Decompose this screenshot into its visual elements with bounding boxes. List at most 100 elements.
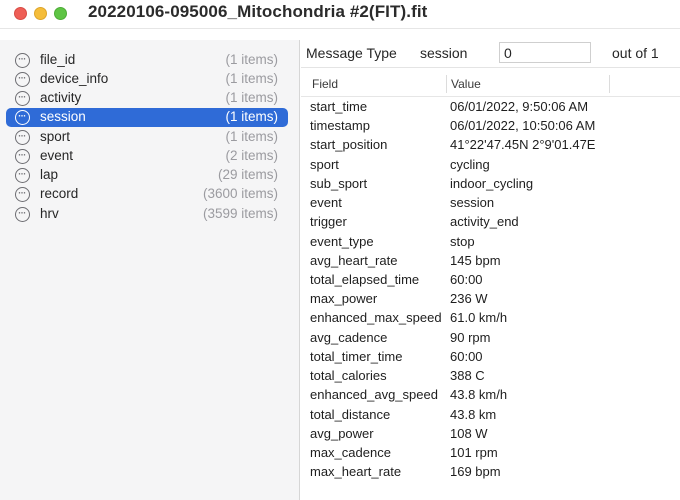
- sidebar-item-activity[interactable]: ··· activity (1 items): [6, 89, 288, 108]
- column-header-value[interactable]: Value: [451, 77, 481, 91]
- field-cell: sport: [310, 157, 339, 172]
- sidebar-item-label: lap: [40, 167, 59, 182]
- field-cell: start_time: [310, 99, 368, 114]
- value-cell: 43.8 km: [450, 407, 497, 422]
- table-row[interactable]: max_cadence 101 rpm: [301, 444, 680, 463]
- fields-table: Field Value start_time 06/01/2022, 9:50:…: [301, 71, 680, 500]
- value-cell: 61.0 km/h: [450, 310, 508, 325]
- sidebar-item-count: (1 items): [225, 52, 278, 67]
- table-row[interactable]: enhanced_max_speed 61.0 km/h: [301, 309, 680, 328]
- field-cell: timestamp: [310, 118, 370, 133]
- field-cell: max_cadence: [310, 445, 391, 460]
- sidebar-item-count: (1 items): [225, 71, 278, 86]
- table-row[interactable]: enhanced_avg_speed 43.8 km/h: [301, 386, 680, 405]
- value-cell: 41°22'47.45N 2°9'01.47E: [450, 137, 596, 152]
- message-index-input[interactable]: [499, 42, 591, 63]
- value-cell: stop: [450, 234, 475, 249]
- sidebar-item-count: (3600 items): [202, 186, 278, 201]
- field-cell: max_power: [310, 291, 378, 306]
- table-row[interactable]: avg_cadence 90 rpm: [301, 329, 680, 348]
- table-row[interactable]: start_time 06/01/2022, 9:50:06 AM: [301, 98, 680, 117]
- sidebar-item-label: hrv: [40, 206, 59, 221]
- value-cell: cycling: [450, 157, 490, 172]
- value-cell: 06/01/2022, 10:50:06 AM: [450, 118, 596, 133]
- table-row[interactable]: timestamp 06/01/2022, 10:50:06 AM: [301, 117, 680, 136]
- sidebar-item-count: (2 items): [225, 148, 278, 163]
- table-row[interactable]: total_distance 43.8 km: [301, 406, 680, 425]
- more-circle-icon: ···: [15, 72, 30, 87]
- table-row[interactable]: sport cycling: [301, 156, 680, 175]
- table-row[interactable]: avg_power 108 W: [301, 425, 680, 444]
- more-circle-icon: ···: [15, 53, 30, 68]
- table-row[interactable]: max_heart_rate 169 bpm: [301, 463, 680, 482]
- message-type-value: session: [420, 45, 468, 61]
- field-cell: trigger: [310, 214, 347, 229]
- value-cell: 388 C: [450, 368, 485, 383]
- table-row[interactable]: sub_sport indoor_cycling: [301, 175, 680, 194]
- value-cell: 101 rpm: [450, 445, 498, 460]
- more-circle-icon: ···: [15, 130, 30, 145]
- message-type-label: Message Type: [306, 45, 397, 61]
- close-window-button[interactable]: [14, 7, 27, 20]
- table-row[interactable]: max_power 236 W: [301, 290, 680, 309]
- sidebar-item-count: (29 items): [217, 167, 278, 182]
- field-cell: total_calories: [310, 368, 387, 383]
- value-cell: session: [450, 195, 495, 210]
- sidebar-item-session[interactable]: ··· session (1 items): [6, 108, 288, 127]
- value-cell: 60:00: [450, 272, 483, 287]
- field-cell: event: [310, 195, 342, 210]
- table-row[interactable]: event_type stop: [301, 233, 680, 252]
- column-divider[interactable]: [609, 75, 610, 93]
- sidebar-item-lap[interactable]: ··· lap (29 items): [6, 166, 288, 185]
- field-cell: total_timer_time: [310, 349, 403, 364]
- table-row[interactable]: start_position 41°22'47.45N 2°9'01.47E: [301, 136, 680, 155]
- sidebar-item-record[interactable]: ··· record (3600 items): [6, 185, 288, 204]
- zoom-window-button[interactable]: [54, 7, 67, 20]
- value-cell: 06/01/2022, 9:50:06 AM: [450, 99, 589, 114]
- field-cell: max_heart_rate: [310, 464, 402, 479]
- more-circle-icon: ···: [15, 110, 30, 125]
- sidebar-item-label: file_id: [40, 52, 76, 67]
- sidebar-item-label: sport: [40, 129, 71, 144]
- sidebar-item-label: record: [40, 186, 79, 201]
- table-row[interactable]: trigger activity_end: [301, 213, 680, 232]
- field-cell: avg_cadence: [310, 330, 388, 345]
- table-row[interactable]: event session: [301, 194, 680, 213]
- field-cell: enhanced_avg_speed: [310, 387, 438, 402]
- sidebar-item-label: activity: [40, 90, 82, 105]
- message-list-sidebar: ··· file_id (1 items) ··· device_info (1…: [0, 40, 300, 500]
- value-cell: 145 bpm: [450, 253, 501, 268]
- sidebar-item-device-info[interactable]: ··· device_info (1 items): [6, 70, 288, 89]
- column-divider[interactable]: [446, 75, 447, 93]
- table-row[interactable]: avg_heart_rate 145 bpm: [301, 252, 680, 271]
- title-bar: 20220106-095006_Mitochondria #2(FIT).fit: [0, 0, 680, 29]
- sidebar-item-hrv[interactable]: ··· hrv (3599 items): [6, 205, 288, 224]
- sidebar-item-label: device_info: [40, 71, 109, 86]
- field-cell: start_position: [310, 137, 388, 152]
- value-cell: indoor_cycling: [450, 176, 534, 191]
- sidebar-item-file-id[interactable]: ··· file_id (1 items): [6, 51, 288, 70]
- field-cell: avg_heart_rate: [310, 253, 398, 268]
- window-title: 20220106-095006_Mitochondria #2(FIT).fit: [88, 2, 428, 21]
- field-cell: total_elapsed_time: [310, 272, 420, 287]
- more-circle-icon: ···: [15, 149, 30, 164]
- sidebar-item-count: (3599 items): [202, 206, 278, 221]
- sidebar-item-sport[interactable]: ··· sport (1 items): [6, 128, 288, 147]
- sidebar-item-event[interactable]: ··· event (2 items): [6, 147, 288, 166]
- table-row[interactable]: total_timer_time 60:00: [301, 348, 680, 367]
- table-row[interactable]: total_elapsed_time 60:00: [301, 271, 680, 290]
- value-cell: 43.8 km/h: [450, 387, 508, 402]
- table-row[interactable]: total_calories 388 C: [301, 367, 680, 386]
- table-header: Field Value: [301, 71, 680, 97]
- value-cell: 90 rpm: [450, 330, 491, 345]
- field-cell: enhanced_max_speed: [310, 310, 442, 325]
- value-cell: 236 W: [450, 291, 488, 306]
- sidebar-item-count: (1 items): [225, 90, 278, 105]
- minimize-window-button[interactable]: [34, 7, 47, 20]
- more-circle-icon: ···: [15, 91, 30, 106]
- column-header-field[interactable]: Field: [312, 77, 338, 91]
- message-toolbar: Message Type session out of 1: [301, 40, 680, 68]
- field-cell: sub_sport: [310, 176, 368, 191]
- more-circle-icon: ···: [15, 168, 30, 183]
- value-cell: 108 W: [450, 426, 488, 441]
